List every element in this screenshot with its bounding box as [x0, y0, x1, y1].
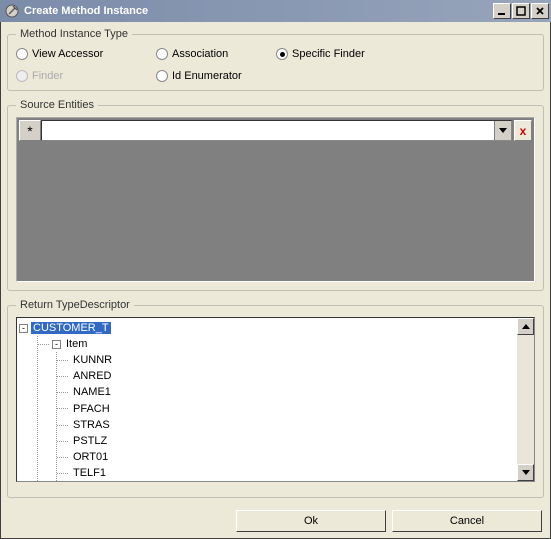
chevron-down-icon [522, 470, 530, 476]
new-row-indicator: * [19, 120, 41, 141]
tree-node-item[interactable]: -Item [38, 336, 515, 352]
radio-label: View Accessor [32, 48, 103, 60]
scroll-down-button[interactable] [517, 464, 534, 481]
close-button[interactable] [531, 3, 549, 19]
delete-row-button[interactable]: x [514, 120, 532, 141]
radio-icon [156, 70, 168, 82]
button-label: Cancel [450, 515, 484, 527]
button-label: Ok [304, 515, 318, 527]
tree-node-field[interactable]: ORT01 [57, 449, 515, 465]
source-entities-grid: * x [16, 117, 535, 282]
radio-icon [156, 48, 168, 60]
tree-node-label: ORT01 [71, 451, 110, 463]
tree-node-label: ANRED [71, 370, 114, 382]
source-entity-input[interactable] [42, 121, 494, 140]
tree-node-label: PFACH [71, 403, 112, 415]
radio-icon [276, 48, 288, 60]
tree-node-field[interactable]: NAME1 [57, 384, 515, 400]
cancel-button[interactable]: Cancel [392, 510, 542, 532]
tree-node-field[interactable]: TELF1 [57, 465, 515, 481]
tree-node-root[interactable]: -CUSTOMER_T [19, 320, 515, 336]
minimize-button[interactable] [493, 3, 511, 19]
radio-view-accessor[interactable]: View Accessor [16, 48, 156, 60]
method-instance-type-group: Method Instance Type View Accessor Assoc… [7, 28, 544, 91]
source-entities-group: Source Entities * x [7, 99, 544, 291]
radio-icon [16, 48, 28, 60]
tree-node-field[interactable]: KUNNR [57, 352, 515, 368]
tree-scrollbar[interactable] [517, 318, 534, 481]
delete-icon: x [520, 124, 527, 138]
chevron-down-icon [499, 128, 507, 134]
tree-node-label: STRAS [71, 419, 112, 431]
typedescriptor-tree[interactable]: -CUSTOMER_T-ItemKUNNRANREDNAME1PFACHSTRA… [17, 318, 517, 481]
radio-label: Id Enumerator [172, 70, 242, 82]
tree-node-field[interactable]: STRAS [57, 417, 515, 433]
app-icon [4, 3, 20, 19]
scroll-track[interactable] [517, 335, 534, 464]
scroll-up-button[interactable] [517, 318, 534, 335]
radio-id-enumerator[interactable]: Id Enumerator [156, 70, 276, 82]
tree-node-label: CUSTOMER_T [31, 322, 111, 334]
radio-association[interactable]: Association [156, 48, 276, 60]
tree-node-field[interactable]: PSTLZ [57, 433, 515, 449]
return-typedescriptor-group: Return TypeDescriptor -CUSTOMER_T-ItemKU… [7, 299, 544, 498]
tree-node-label: NAME1 [71, 386, 113, 398]
radio-finder: Finder [16, 70, 156, 82]
tree-node-label: Item [64, 338, 89, 350]
dropdown-button[interactable] [494, 121, 511, 140]
chevron-up-icon [522, 324, 530, 330]
window-title: Create Method Instance [24, 5, 492, 17]
collapse-icon[interactable]: - [19, 324, 28, 333]
tree-node-label: PSTLZ [71, 435, 109, 447]
maximize-button[interactable] [512, 3, 530, 19]
tree-node-field[interactable]: ANRED [57, 368, 515, 384]
source-entities-legend: Source Entities [16, 99, 98, 111]
radio-label: Association [172, 48, 228, 60]
tree-node-label: TELF1 [71, 467, 108, 479]
radio-label: Finder [32, 70, 63, 82]
collapse-icon[interactable]: - [52, 340, 61, 349]
radio-icon [16, 70, 28, 82]
return-typedescriptor-legend: Return TypeDescriptor [16, 299, 134, 311]
ok-button[interactable]: Ok [236, 510, 386, 532]
tree-node-field[interactable]: PFACH [57, 400, 515, 416]
tree-node-label: KUNNR [71, 354, 114, 366]
method-instance-type-legend: Method Instance Type [16, 28, 132, 40]
radio-label: Specific Finder [292, 48, 365, 60]
radio-specific-finder[interactable]: Specific Finder [276, 48, 416, 60]
source-entity-combo[interactable] [41, 120, 512, 141]
